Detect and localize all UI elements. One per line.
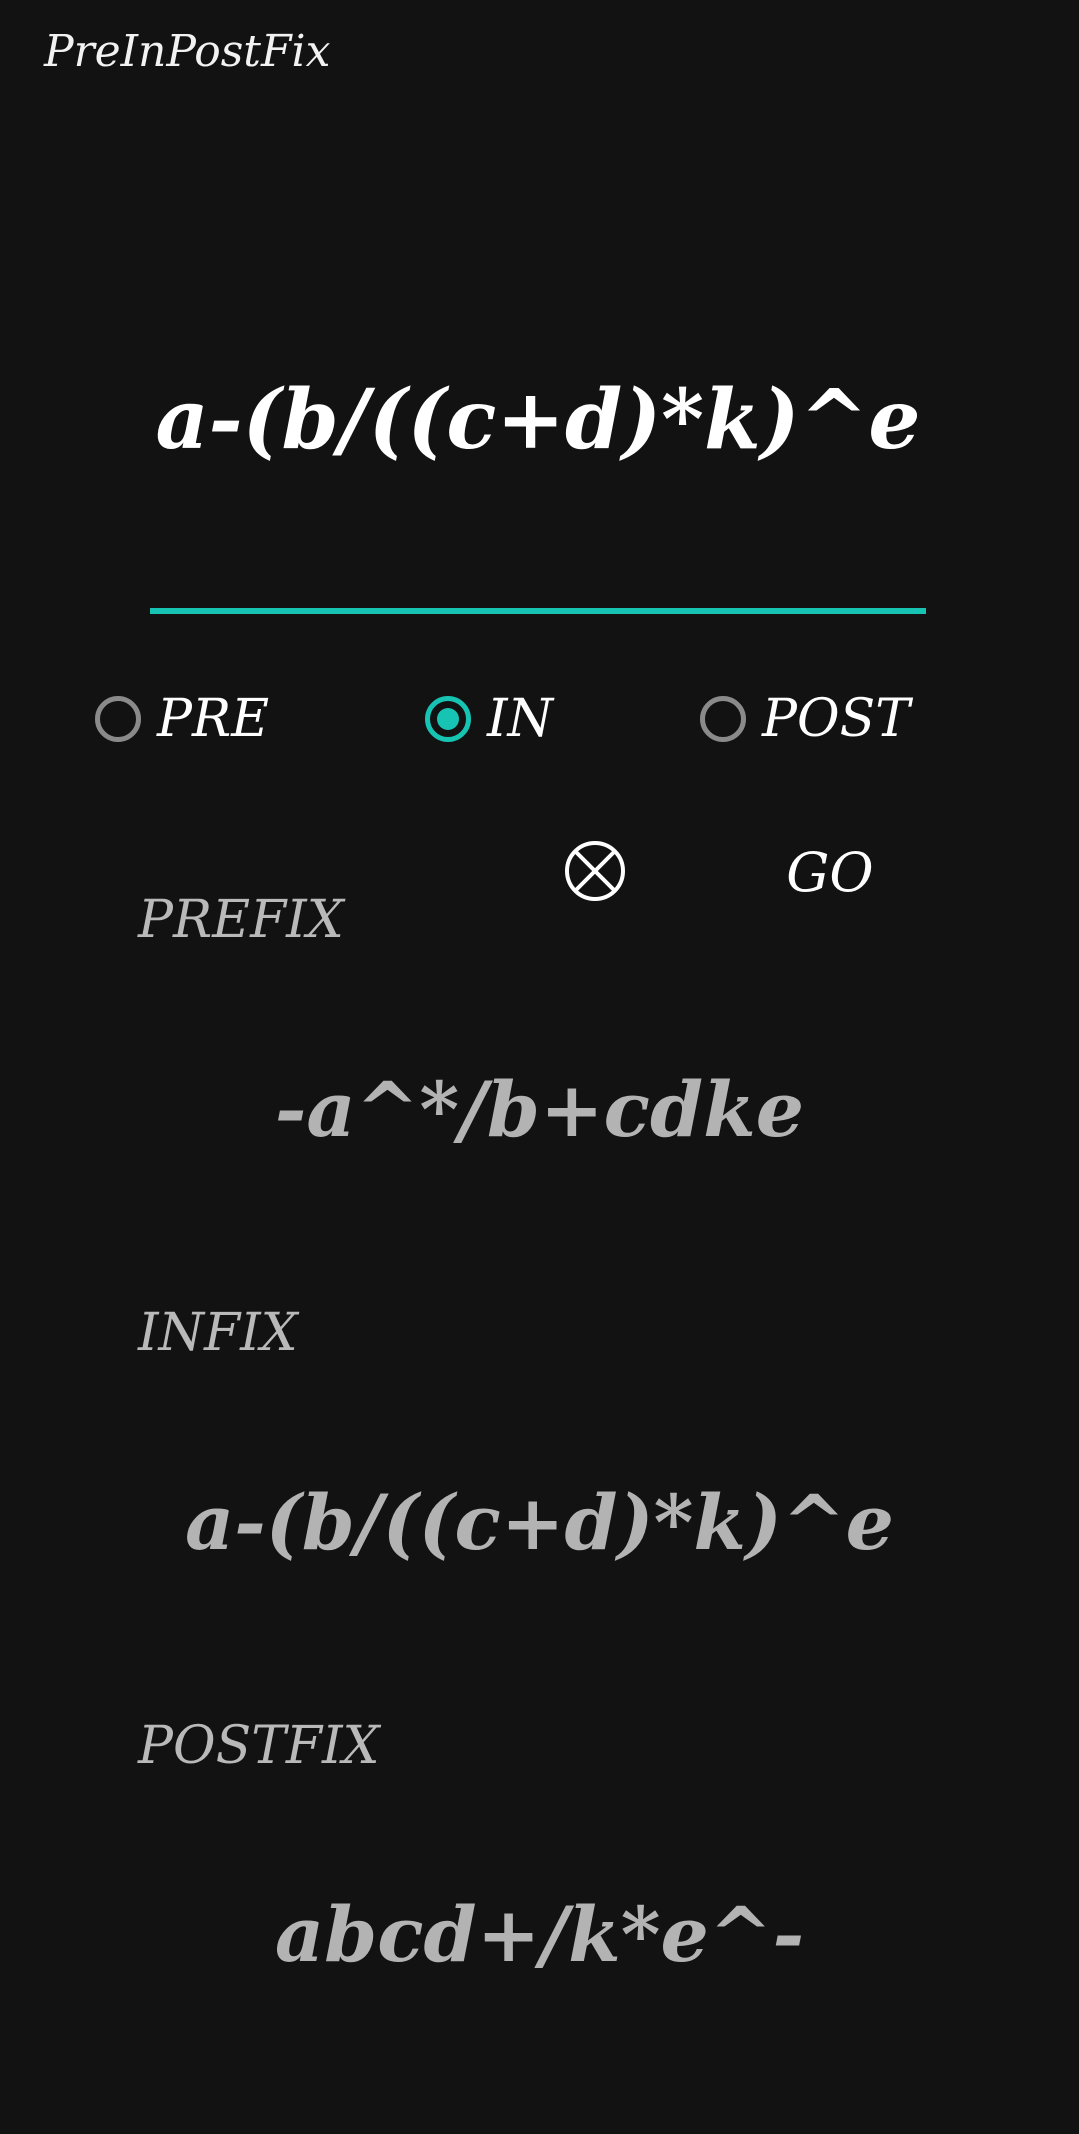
input-underline [150, 608, 926, 614]
postfix-label: POSTFIX [138, 1716, 380, 1776]
expression-input[interactable] [150, 360, 926, 480]
infix-result: a-(b/((c+d)*k)^e [184, 1478, 894, 1567]
radio-in[interactable]: IN [425, 686, 553, 752]
circle-x-icon [565, 841, 625, 901]
radio-pre-circle[interactable] [95, 696, 141, 742]
prefix-result: -a^*/b+cdke [274, 1065, 805, 1154]
radio-pre[interactable]: PRE [95, 686, 269, 752]
clear-button[interactable] [562, 838, 628, 904]
infix-label: INFIX [138, 1303, 298, 1363]
radio-post-circle[interactable] [700, 696, 746, 742]
radio-pre-label: PRE [157, 689, 270, 749]
radio-in-circle[interactable] [425, 696, 471, 742]
notation-radio-group: PRE IN POST [0, 686, 1079, 752]
radio-post-label: POST [762, 689, 910, 749]
radio-post[interactable]: POST [700, 686, 910, 752]
go-button[interactable]: GO [760, 840, 900, 906]
prefix-label: PREFIX [138, 890, 344, 950]
app-title: PreInPostFix [44, 26, 331, 77]
postfix-result: abcd+/k*e^- [274, 1890, 805, 1979]
radio-in-label: IN [487, 689, 554, 749]
